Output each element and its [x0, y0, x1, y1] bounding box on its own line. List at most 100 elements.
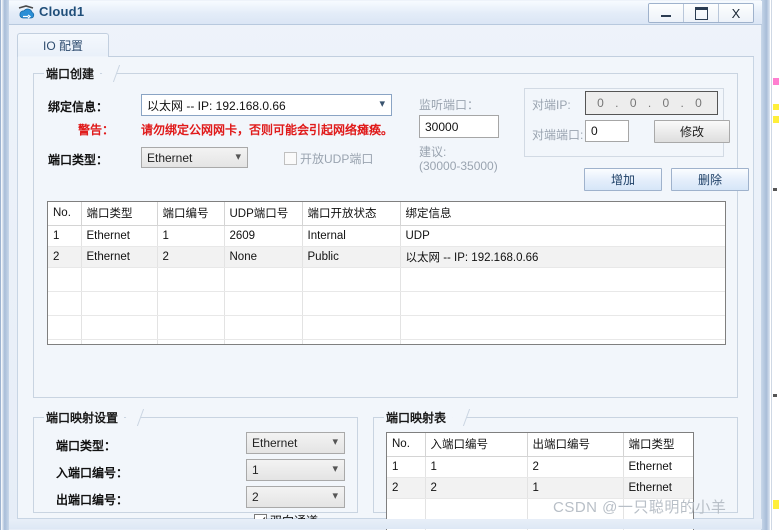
- chevron-down-icon: ▾: [332, 490, 338, 503]
- tab-io-config-label: IO 配置: [42, 39, 83, 53]
- cell: 1: [157, 225, 225, 247]
- chevron-down-icon: ▾: [379, 98, 385, 111]
- peer-ip-label: 对端IP:: [532, 98, 571, 112]
- cell: Internal: [302, 225, 401, 247]
- mapping-settings-group: 端口映射设置 端口类型： Ethernet ▾ 入端口编号： 1 ▾ 出端口编号…: [33, 409, 358, 513]
- port-col-no[interactable]: No.: [48, 202, 82, 226]
- map-col-in[interactable]: 入端口编号: [425, 433, 528, 457]
- open-udp-port-label: 开放UDP端口: [300, 152, 374, 166]
- port-create-group-title: 端口创建: [44, 65, 101, 82]
- modify-button[interactable]: 修改: [654, 120, 730, 143]
- cell: 2: [387, 477, 426, 499]
- peer-ip-value: 0 . 0 . 0 . 0: [597, 96, 706, 110]
- listen-port-label: 监听端口：: [419, 98, 480, 112]
- maximize-button[interactable]: [684, 4, 719, 22]
- window-title: Cloud1: [39, 4, 85, 19]
- minimap-marker: [773, 188, 777, 191]
- in-port-value: 1: [252, 463, 259, 477]
- port-type-value: Ethernet: [147, 150, 193, 165]
- peer-port-label: 对端端口:: [532, 128, 584, 142]
- listen-port-input[interactable]: 30000: [419, 115, 499, 138]
- out-port-label: 出端口编号：: [56, 493, 129, 507]
- table-row[interactable]: [48, 267, 725, 292]
- cell: 2: [425, 477, 528, 499]
- cell: Ethernet: [81, 246, 158, 268]
- binding-info-combo[interactable]: 以太网 -- IP: 192.168.0.66 ▾: [141, 94, 392, 116]
- minimap-marker: [773, 116, 779, 123]
- binding-info-value: 以太网 -- IP: 192.168.0.66: [147, 98, 286, 113]
- chevron-down-icon: ▾: [332, 463, 338, 476]
- mapping-table-title: 端口映射表: [384, 409, 453, 426]
- in-port-combo[interactable]: 1 ▾: [246, 459, 345, 481]
- map-col-type[interactable]: 端口类型: [623, 433, 693, 457]
- title-bar[interactable]: Cloud1 X: [9, 1, 762, 25]
- mapping-table-header-row: No. 入端口编号 出端口编号 端口类型: [387, 433, 693, 457]
- cell: 2: [527, 456, 624, 478]
- maximize-icon: [694, 6, 708, 20]
- add-port-button[interactable]: 增加: [584, 168, 662, 191]
- window-frame: Cloud1 X IO 配置 端口创建 绑定信息： 以太网 -- IP: 192…: [0, 0, 771, 530]
- table-row[interactable]: [48, 339, 725, 344]
- port-col-binding[interactable]: 绑定信息: [400, 202, 725, 226]
- close-icon: X: [731, 5, 741, 21]
- delete-port-button-label: 删除: [697, 173, 722, 187]
- port-col-udp[interactable]: UDP端口号: [224, 202, 303, 226]
- mapping-port-type-value: Ethernet: [252, 436, 298, 450]
- mapping-port-type-label: 端口类型：: [56, 439, 117, 453]
- out-port-combo[interactable]: 2 ▾: [246, 486, 345, 508]
- mapping-port-type-combo[interactable]: Ethernet ▾: [246, 432, 345, 454]
- open-udp-port-checkbox[interactable]: 开放UDP端口: [284, 150, 373, 167]
- group-title-tail: [122, 409, 145, 426]
- table-row[interactable]: 1 1 2 Ethernet: [387, 456, 693, 478]
- table-row[interactable]: 1 Ethernet 1 2609 Internal UDP: [48, 225, 725, 247]
- port-type-combo[interactable]: Ethernet ▾: [141, 147, 248, 168]
- cell: Ethernet: [623, 456, 693, 478]
- group-title-tail: [448, 409, 471, 426]
- port-col-number[interactable]: 端口编号: [157, 202, 225, 226]
- cell: Public: [302, 246, 401, 268]
- tab-strip: IO 配置: [17, 33, 754, 57]
- checkbox-box-icon: [284, 152, 297, 165]
- warning-label: 警告：: [78, 123, 115, 137]
- out-port-value: 2: [252, 490, 259, 504]
- cell: Ethernet: [81, 225, 158, 247]
- table-row[interactable]: 2 Ethernet 2 None Public 以太网 -- IP: 192.…: [48, 246, 725, 268]
- window-left-edge: [1, 0, 9, 530]
- map-col-out[interactable]: 出端口编号: [527, 433, 624, 457]
- cell: 1: [425, 456, 528, 478]
- window-bottom-strip: [9, 519, 762, 529]
- table-row[interactable]: [48, 291, 725, 316]
- window-controls: X: [648, 3, 754, 23]
- minimize-button[interactable]: [649, 4, 684, 22]
- application-window: Cloud1 X IO 配置 端口创建 绑定信息： 以太网 -- IP: 192…: [0, 0, 782, 530]
- group-title-tail: [98, 65, 121, 82]
- mapping-settings-title: 端口映射设置: [44, 409, 125, 426]
- peer-ip-input[interactable]: 0 . 0 . 0 . 0: [585, 91, 718, 115]
- chevron-down-icon: ▾: [332, 436, 338, 449]
- minimap-marker: [773, 78, 779, 85]
- port-col-type[interactable]: 端口类型: [81, 202, 158, 226]
- suggest-range-label: (30000-35000): [419, 159, 498, 173]
- cell: 2: [48, 246, 82, 268]
- listen-port-value: 30000: [425, 119, 459, 134]
- close-button[interactable]: X: [719, 4, 753, 22]
- tab-io-config[interactable]: IO 配置: [17, 33, 109, 57]
- minimap-marker: [773, 394, 777, 397]
- peer-port-input[interactable]: 0: [585, 120, 629, 142]
- cell: UDP: [400, 225, 725, 247]
- peer-port-value: 0: [591, 124, 598, 138]
- port-type-label: 端口类型：: [48, 153, 109, 167]
- port-col-state[interactable]: 端口开放状态: [302, 202, 401, 226]
- port-table[interactable]: No. 端口类型 端口编号 UDP端口号 端口开放状态 绑定信息 1 Ether…: [47, 201, 726, 345]
- minimize-icon: [661, 15, 671, 17]
- suggest-label: 建议:: [419, 145, 447, 159]
- table-row[interactable]: [48, 315, 725, 340]
- add-port-button-label: 增加: [610, 173, 635, 187]
- binding-info-label: 绑定信息：: [48, 100, 109, 114]
- port-table-header-row: No. 端口类型 端口编号 UDP端口号 端口开放状态 绑定信息: [48, 202, 725, 226]
- delete-port-button[interactable]: 删除: [671, 168, 749, 191]
- cell: 2609: [224, 225, 303, 247]
- map-col-no[interactable]: No.: [387, 433, 426, 457]
- port-table-grid: No. 端口类型 端口编号 UDP端口号 端口开放状态 绑定信息 1 Ether…: [48, 202, 725, 344]
- io-config-panel: 端口创建 绑定信息： 以太网 -- IP: 192.168.0.66 ▾ 警告：…: [17, 57, 754, 530]
